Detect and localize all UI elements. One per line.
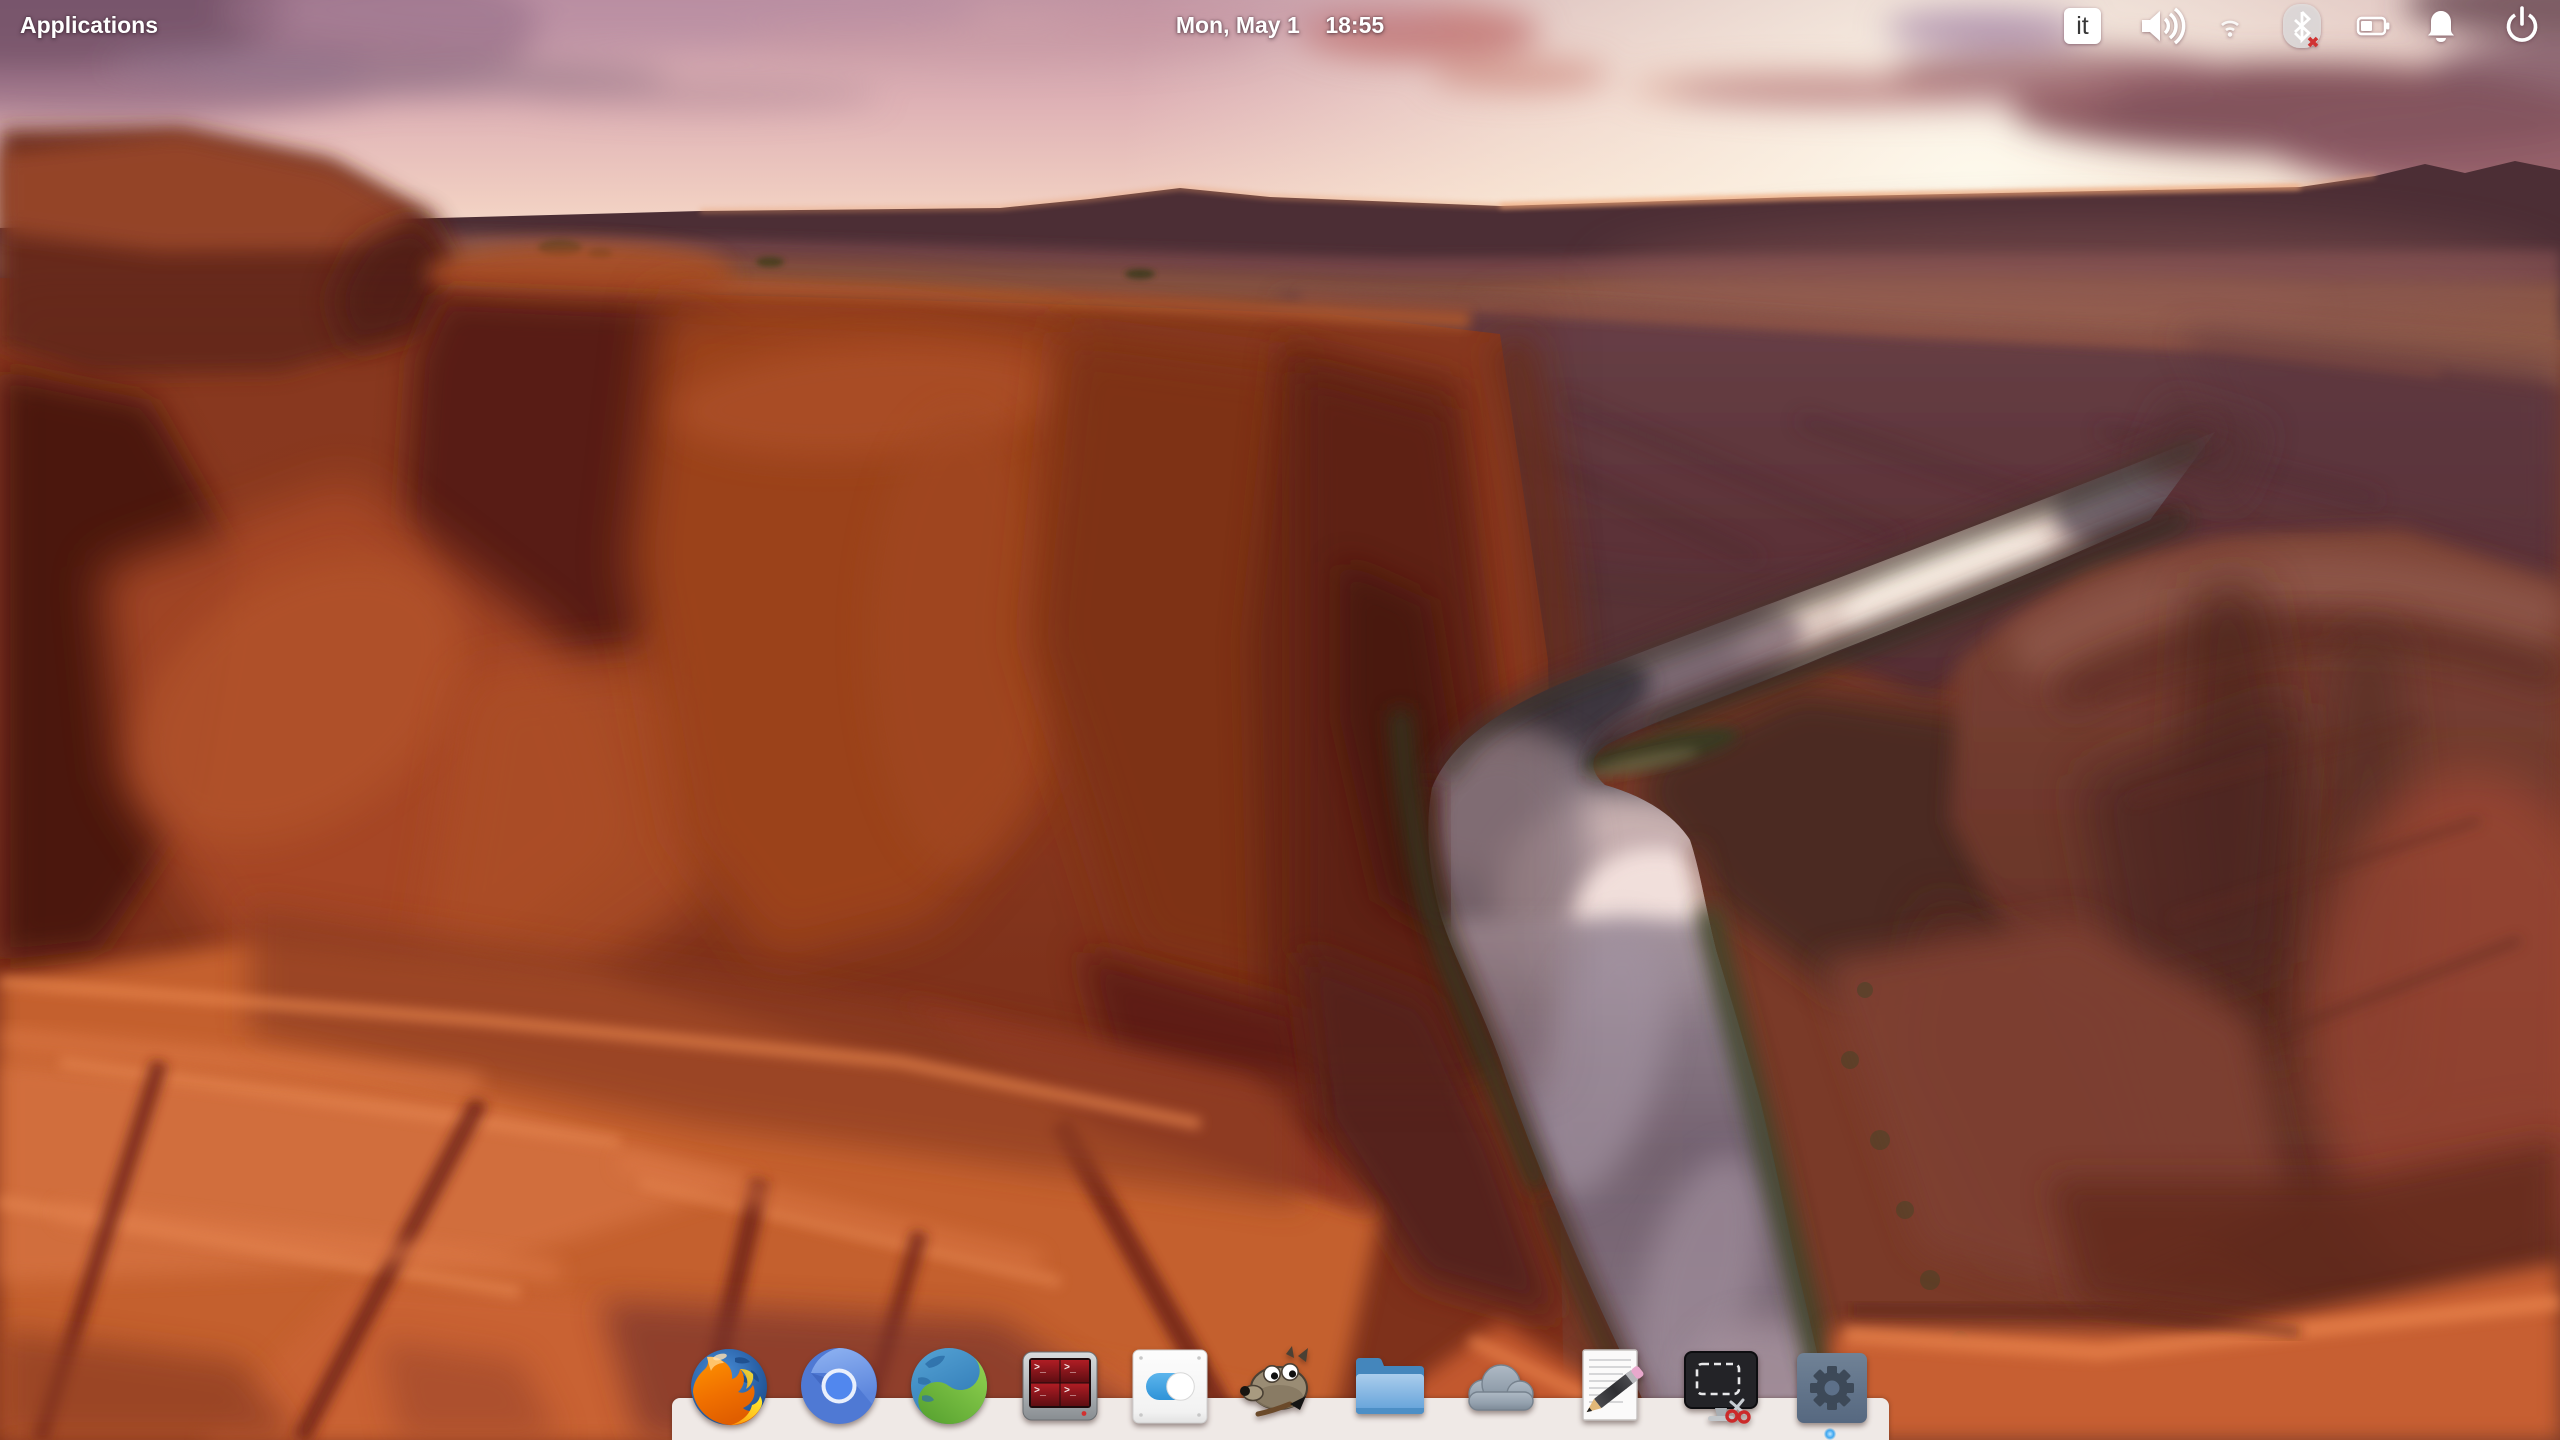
svg-text:_: _ [1039,1388,1047,1399]
svg-text:_: _ [1039,1365,1047,1376]
svg-text:it: it [2076,12,2089,40]
svg-text:_: _ [1069,1388,1077,1399]
svg-text:_: _ [1069,1365,1077,1376]
